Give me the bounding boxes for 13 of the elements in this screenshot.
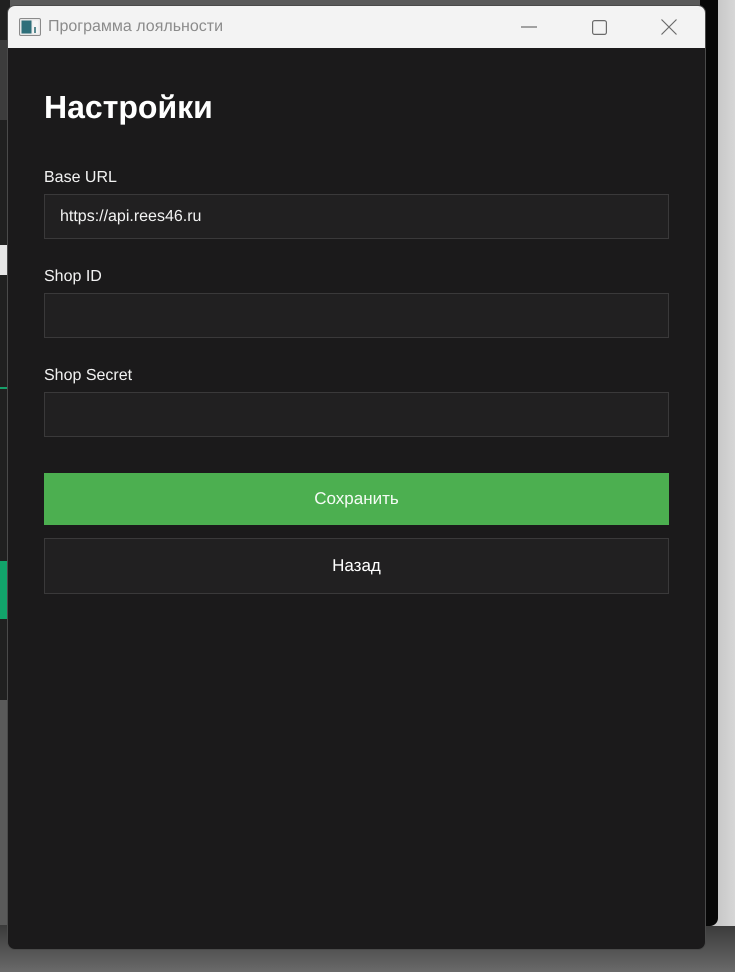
text-field[interactable] (44, 392, 669, 437)
field-label: Base URL (44, 168, 118, 188)
minimize-icon (521, 26, 537, 28)
text-field[interactable] (44, 293, 669, 338)
window-title: Программа лояльности (48, 17, 224, 37)
field-label: Shop Secret (44, 366, 134, 386)
text-field[interactable]: https://api.rees46.ru (44, 194, 669, 239)
app-icon (19, 18, 41, 36)
field-label: Shop ID (44, 267, 103, 287)
maximize-icon (592, 20, 606, 34)
back-button[interactable]: Назад (44, 538, 669, 594)
page-heading: Настройки (44, 88, 214, 127)
close-icon (661, 19, 677, 35)
